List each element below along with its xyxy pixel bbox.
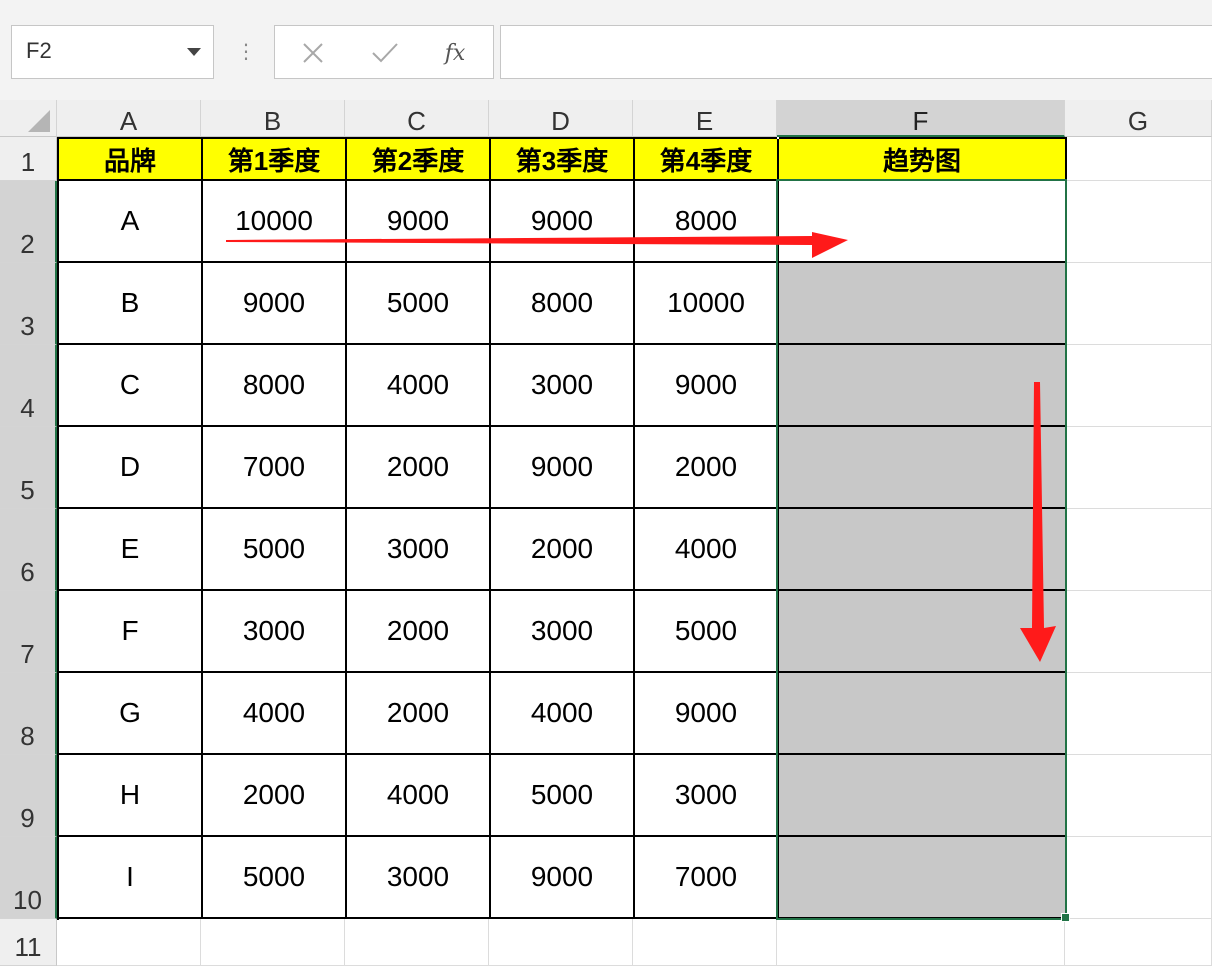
down-arrow-icon — [1020, 382, 1056, 662]
annotation-arrows — [226, 232, 1056, 662]
right-arrow-icon — [226, 232, 848, 258]
